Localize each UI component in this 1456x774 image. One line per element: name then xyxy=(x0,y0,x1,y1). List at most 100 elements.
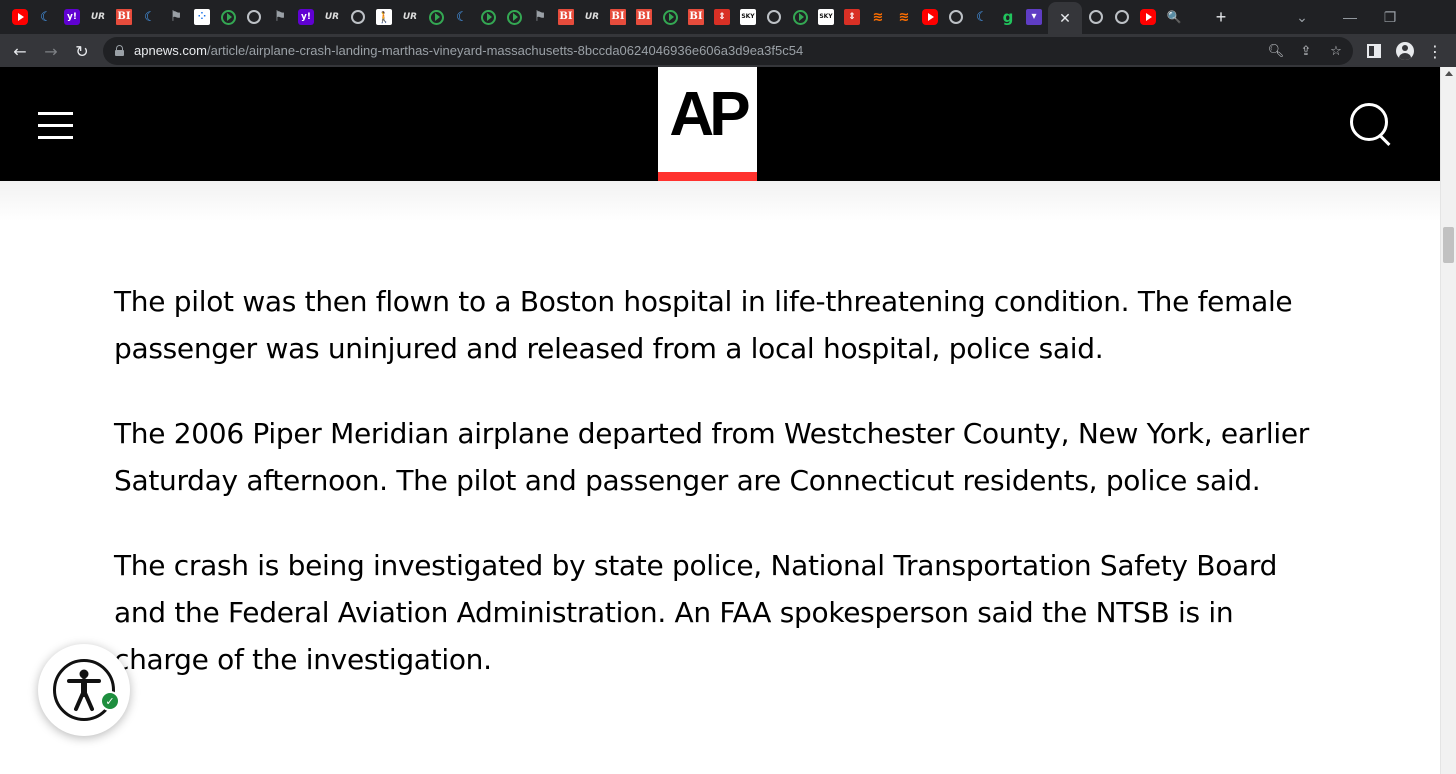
globe-icon xyxy=(1115,10,1129,24)
lock-icon[interactable] xyxy=(115,45,124,56)
zoom-icon[interactable]: 🔍︎ xyxy=(1267,42,1285,60)
browser-tab[interactable] xyxy=(918,5,942,29)
news-icon: SKY xyxy=(740,9,756,25)
browser-tab[interactable]: y! xyxy=(60,5,84,29)
new-tab-button[interactable]: + xyxy=(1209,5,1233,29)
walk-icon: 🚶 xyxy=(376,9,392,25)
play-icon xyxy=(480,9,496,25)
dots-icon: ⁘ xyxy=(194,9,210,25)
address-bar[interactable]: apnews.com/article/airplane-crash-landin… xyxy=(103,37,1353,65)
browser-tab[interactable] xyxy=(8,5,32,29)
browser-tab-strip: ☾ y! UR BI ☾ ⚑ ⁘ ⚑ y! UR 🚶 UR ☾ ⚑ BI UR BI BI BI ⇕ SKY SKY ⇕ ≋ ≋… xyxy=(0,0,1456,34)
browser-tab[interactable]: ▾ xyxy=(1022,5,1046,29)
business-insider-icon: BI xyxy=(116,9,132,25)
browser-tab[interactable]: ⚑ xyxy=(528,5,552,29)
browser-tab[interactable] xyxy=(1110,5,1134,29)
browser-tab[interactable]: ☾ xyxy=(970,5,994,29)
browser-tab[interactable]: 🚶 xyxy=(372,5,396,29)
browser-tab[interactable]: BI xyxy=(554,5,578,29)
browser-tab[interactable] xyxy=(216,5,240,29)
browser-tab[interactable] xyxy=(242,5,266,29)
search-icon[interactable] xyxy=(1350,103,1394,147)
article-paragraph: The 2006 Piper Meridian airplane departe… xyxy=(114,417,1309,497)
browser-tab[interactable] xyxy=(424,5,448,29)
browser-tab[interactable] xyxy=(476,5,500,29)
profile-button[interactable] xyxy=(1392,38,1418,64)
back-button[interactable]: ← xyxy=(7,38,33,64)
reload-button[interactable]: ↻ xyxy=(69,38,95,64)
red-arrow-icon: ⇕ xyxy=(714,9,730,25)
browser-tab[interactable]: 🔍 xyxy=(1162,5,1186,29)
browser-tab[interactable] xyxy=(1084,5,1108,29)
hamburger-menu-icon[interactable] xyxy=(38,112,74,139)
business-insider-icon: BI xyxy=(610,9,626,25)
business-insider-icon: BI xyxy=(558,9,574,25)
browser-tab[interactable]: ⇕ xyxy=(710,5,734,29)
browser-tab[interactable]: g xyxy=(996,5,1020,29)
restore-button[interactable]: ❐ xyxy=(1378,5,1402,29)
browser-tab[interactable]: ☾ xyxy=(138,5,162,29)
tab-active[interactable]: ✕ xyxy=(1048,2,1082,34)
checkmark-icon: ✓ xyxy=(100,691,120,711)
moon-icon: ☾ xyxy=(456,9,468,25)
browser-tab[interactable]: ≋ xyxy=(866,5,890,29)
tab-search-dropdown-icon[interactable]: ⌄ xyxy=(1290,5,1314,29)
play-icon xyxy=(506,9,522,25)
bookmark-star-icon[interactable]: ☆ xyxy=(1327,42,1345,60)
browser-tab[interactable]: UR xyxy=(86,5,110,29)
browser-tab[interactable] xyxy=(658,5,682,29)
globe-icon xyxy=(949,10,963,24)
tab-close-icon[interactable]: ✕ xyxy=(1059,10,1071,27)
browser-tab[interactable] xyxy=(762,5,786,29)
browser-tab[interactable]: ≋ xyxy=(892,5,916,29)
browser-tab[interactable]: ⚑ xyxy=(164,5,188,29)
browser-tab[interactable]: ☾ xyxy=(450,5,474,29)
browser-tab[interactable] xyxy=(1136,5,1160,29)
browser-tab[interactable]: ☾ xyxy=(34,5,58,29)
article-paragraph: The pilot was then flown to a Boston hos… xyxy=(114,285,1293,365)
globe-icon xyxy=(247,10,261,24)
share-icon[interactable]: ⇪ xyxy=(1297,42,1315,60)
browser-tab[interactable]: BI xyxy=(112,5,136,29)
flag-icon: ⚑ xyxy=(273,9,287,25)
play-icon xyxy=(662,9,678,25)
ap-logo[interactable]: AP xyxy=(658,67,757,181)
scrollbar-thumb[interactable] xyxy=(1443,227,1454,263)
browser-tab[interactable] xyxy=(346,5,370,29)
browser-menu-icon[interactable]: ⋮ xyxy=(1422,38,1448,64)
browser-tab[interactable]: BI xyxy=(606,5,630,29)
browser-tab[interactable]: SKY xyxy=(814,5,838,29)
browser-tab[interactable]: UR xyxy=(398,5,422,29)
page-scrollbar[interactable] xyxy=(1440,67,1456,774)
moon-icon: ☾ xyxy=(976,9,988,25)
browser-tab[interactable] xyxy=(788,5,812,29)
url-text[interactable]: apnews.com/article/airplane-crash-landin… xyxy=(134,43,803,58)
browser-tab[interactable] xyxy=(502,5,526,29)
browser-toolbar: ← → ↻ apnews.com/article/airplane-crash-… xyxy=(0,34,1456,67)
browser-tab[interactable]: SKY xyxy=(736,5,760,29)
browser-tab[interactable]: UR xyxy=(320,5,344,29)
forward-button[interactable]: → xyxy=(38,38,64,64)
scroll-up-arrow-icon[interactable] xyxy=(1445,71,1453,76)
browser-tab[interactable] xyxy=(944,5,968,29)
minimize-button[interactable]: — xyxy=(1338,5,1362,29)
browser-tab[interactable]: BI xyxy=(684,5,708,29)
browser-tab[interactable]: UR xyxy=(580,5,604,29)
ap-logo-red-bar xyxy=(658,172,757,181)
browser-tab[interactable]: ⚑ xyxy=(268,5,292,29)
browser-tab[interactable]: ⇕ xyxy=(840,5,864,29)
flag-icon: ⚑ xyxy=(533,9,547,25)
header-shadow xyxy=(0,181,1440,221)
browser-tab[interactable]: BI xyxy=(632,5,656,29)
site-header: AP xyxy=(0,67,1440,181)
moon-icon: ☾ xyxy=(144,9,156,25)
browser-tab[interactable]: ⁘ xyxy=(190,5,214,29)
search-icon: 🔍 xyxy=(1166,10,1182,24)
article-body: The pilot was then flown to a Boston hos… xyxy=(114,278,1329,721)
business-insider-icon: BI xyxy=(688,9,704,25)
browser-tab[interactable]: y! xyxy=(294,5,318,29)
ultra-icon: UR xyxy=(584,11,600,22)
purple-icon: ▾ xyxy=(1026,9,1042,25)
accessibility-button[interactable]: ✓ xyxy=(38,644,130,736)
side-panel-icon[interactable] xyxy=(1361,38,1387,64)
